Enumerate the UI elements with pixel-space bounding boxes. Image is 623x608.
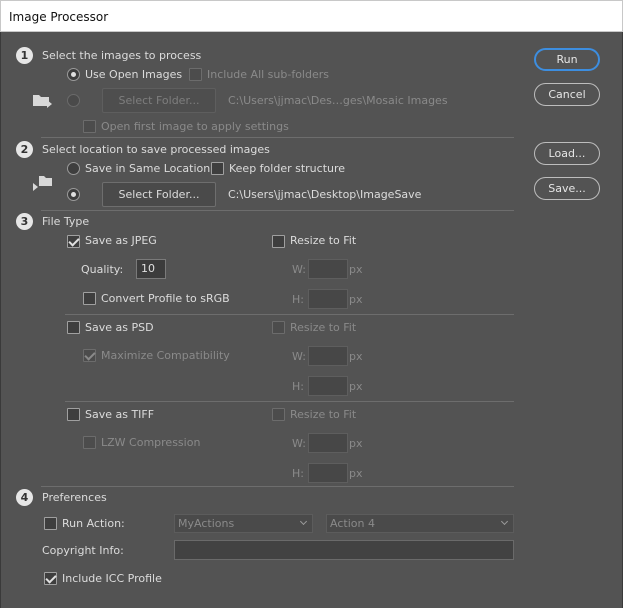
save-as-jpeg-label: Save as JPEG xyxy=(85,234,157,247)
jpeg-height-input[interactable] xyxy=(308,289,348,309)
section-divider xyxy=(41,137,514,138)
copyright-label: Copyright Info: xyxy=(42,544,124,557)
psd-height-input[interactable] xyxy=(308,376,348,396)
jpeg-resize-checkbox[interactable] xyxy=(272,235,285,248)
folder-destination-icon xyxy=(33,176,52,191)
filetype-divider xyxy=(65,401,514,402)
section-divider xyxy=(41,210,514,211)
run-action-label: Run Action: xyxy=(62,517,125,530)
maximize-compatibility-label: Maximize Compatibility xyxy=(101,349,230,362)
save-same-location-radio[interactable] xyxy=(67,162,80,175)
action-set-dropdown[interactable]: MyActions xyxy=(174,514,313,533)
section-1-title: Select the images to process xyxy=(42,49,202,62)
step-1-badge: 1 xyxy=(16,47,33,64)
chevron-down-icon xyxy=(299,517,308,526)
include-icc-checkbox[interactable] xyxy=(44,572,57,585)
action-value: Action 4 xyxy=(330,517,375,530)
save-as-tiff-label: Save as TIFF xyxy=(85,408,155,421)
tiff-width-input[interactable] xyxy=(308,433,348,453)
action-dropdown[interactable]: Action 4 xyxy=(326,514,514,533)
tiff-height-label: H: xyxy=(292,467,304,480)
jpeg-resize-label: Resize to Fit xyxy=(290,234,357,247)
include-icc-label: Include ICC Profile xyxy=(62,572,162,585)
include-subfolders-label: Include All sub-folders xyxy=(207,68,329,81)
tiff-resize-label: Resize to Fit xyxy=(290,408,357,421)
save-as-tiff-checkbox[interactable] xyxy=(67,408,80,421)
psd-height-unit: px xyxy=(349,380,363,393)
run-action-checkbox[interactable] xyxy=(44,517,57,530)
step-2-badge: 2 xyxy=(16,141,33,158)
folder-source-icon xyxy=(33,95,52,108)
quality-input[interactable]: 10 xyxy=(136,259,166,279)
select-destination-folder-button[interactable]: Select Folder... xyxy=(102,182,216,207)
section-2-title: Select location to save processed images xyxy=(42,143,270,156)
tiff-width-unit: px xyxy=(349,437,363,450)
psd-width-label: W: xyxy=(292,350,306,363)
window-title: Image Processor xyxy=(9,10,109,24)
step-4-badge: 4 xyxy=(16,489,33,506)
save-as-psd-label: Save as PSD xyxy=(85,321,154,334)
quality-label: Quality: xyxy=(81,263,124,276)
lzw-compression-checkbox[interactable] xyxy=(83,436,96,449)
copyright-input[interactable] xyxy=(174,540,514,560)
tiff-width-label: W: xyxy=(292,437,306,450)
psd-height-label: H: xyxy=(292,380,304,393)
title-bar: Image Processor xyxy=(0,0,623,32)
include-subfolders-checkbox[interactable] xyxy=(189,68,202,81)
filetype-divider xyxy=(65,314,514,315)
psd-resize-label: Resize to Fit xyxy=(290,321,357,334)
load-button[interactable]: Load... xyxy=(534,142,600,165)
jpeg-width-unit: px xyxy=(349,263,363,276)
action-set-value: MyActions xyxy=(178,517,235,530)
psd-width-input[interactable] xyxy=(308,346,348,366)
save-button[interactable]: Save... xyxy=(534,177,600,200)
run-button[interactable]: Run xyxy=(534,48,600,71)
tiff-resize-checkbox[interactable] xyxy=(272,408,285,421)
keep-folder-structure-checkbox[interactable] xyxy=(211,162,224,175)
lzw-compression-label: LZW Compression xyxy=(101,436,201,449)
save-as-jpeg-checkbox[interactable] xyxy=(67,235,80,248)
step-3-badge: 3 xyxy=(16,213,33,230)
maximize-compatibility-checkbox[interactable] xyxy=(83,349,96,362)
use-open-images-radio[interactable] xyxy=(67,68,80,81)
source-folder-radio[interactable] xyxy=(67,94,80,107)
jpeg-width-label: W: xyxy=(292,263,306,276)
tiff-height-input[interactable] xyxy=(308,463,348,483)
jpeg-width-input[interactable] xyxy=(308,259,348,279)
convert-srgb-label: Convert Profile to sRGB xyxy=(101,292,230,305)
jpeg-height-label: H: xyxy=(292,293,304,306)
destination-folder-radio[interactable] xyxy=(67,188,80,201)
tiff-height-unit: px xyxy=(349,467,363,480)
save-as-psd-checkbox[interactable] xyxy=(67,321,80,334)
source-path-text: C:\Users\jjmac\Des…ges\Mosaic Images xyxy=(228,94,448,107)
open-first-image-label: Open first image to apply settings xyxy=(101,120,289,133)
jpeg-height-unit: px xyxy=(349,293,363,306)
keep-folder-structure-label: Keep folder structure xyxy=(229,162,346,175)
psd-resize-checkbox[interactable] xyxy=(272,321,285,334)
save-same-location-label: Save in Same Location xyxy=(85,162,211,175)
open-first-image-checkbox[interactable] xyxy=(83,120,96,133)
section-divider xyxy=(41,486,514,487)
section-4-title: Preferences xyxy=(42,491,107,504)
use-open-images-label: Use Open Images xyxy=(85,68,183,81)
dialog-body: Run Cancel Load... Save... 1 Select the … xyxy=(0,32,623,608)
chevron-down-icon xyxy=(500,517,509,526)
convert-srgb-checkbox[interactable] xyxy=(83,292,96,305)
cancel-button[interactable]: Cancel xyxy=(534,83,600,106)
psd-width-unit: px xyxy=(349,350,363,363)
section-3-title: File Type xyxy=(42,215,90,228)
destination-path-text: C:\Users\jjmac\Desktop\ImageSave xyxy=(228,188,422,201)
select-source-folder-button[interactable]: Select Folder... xyxy=(102,88,216,113)
